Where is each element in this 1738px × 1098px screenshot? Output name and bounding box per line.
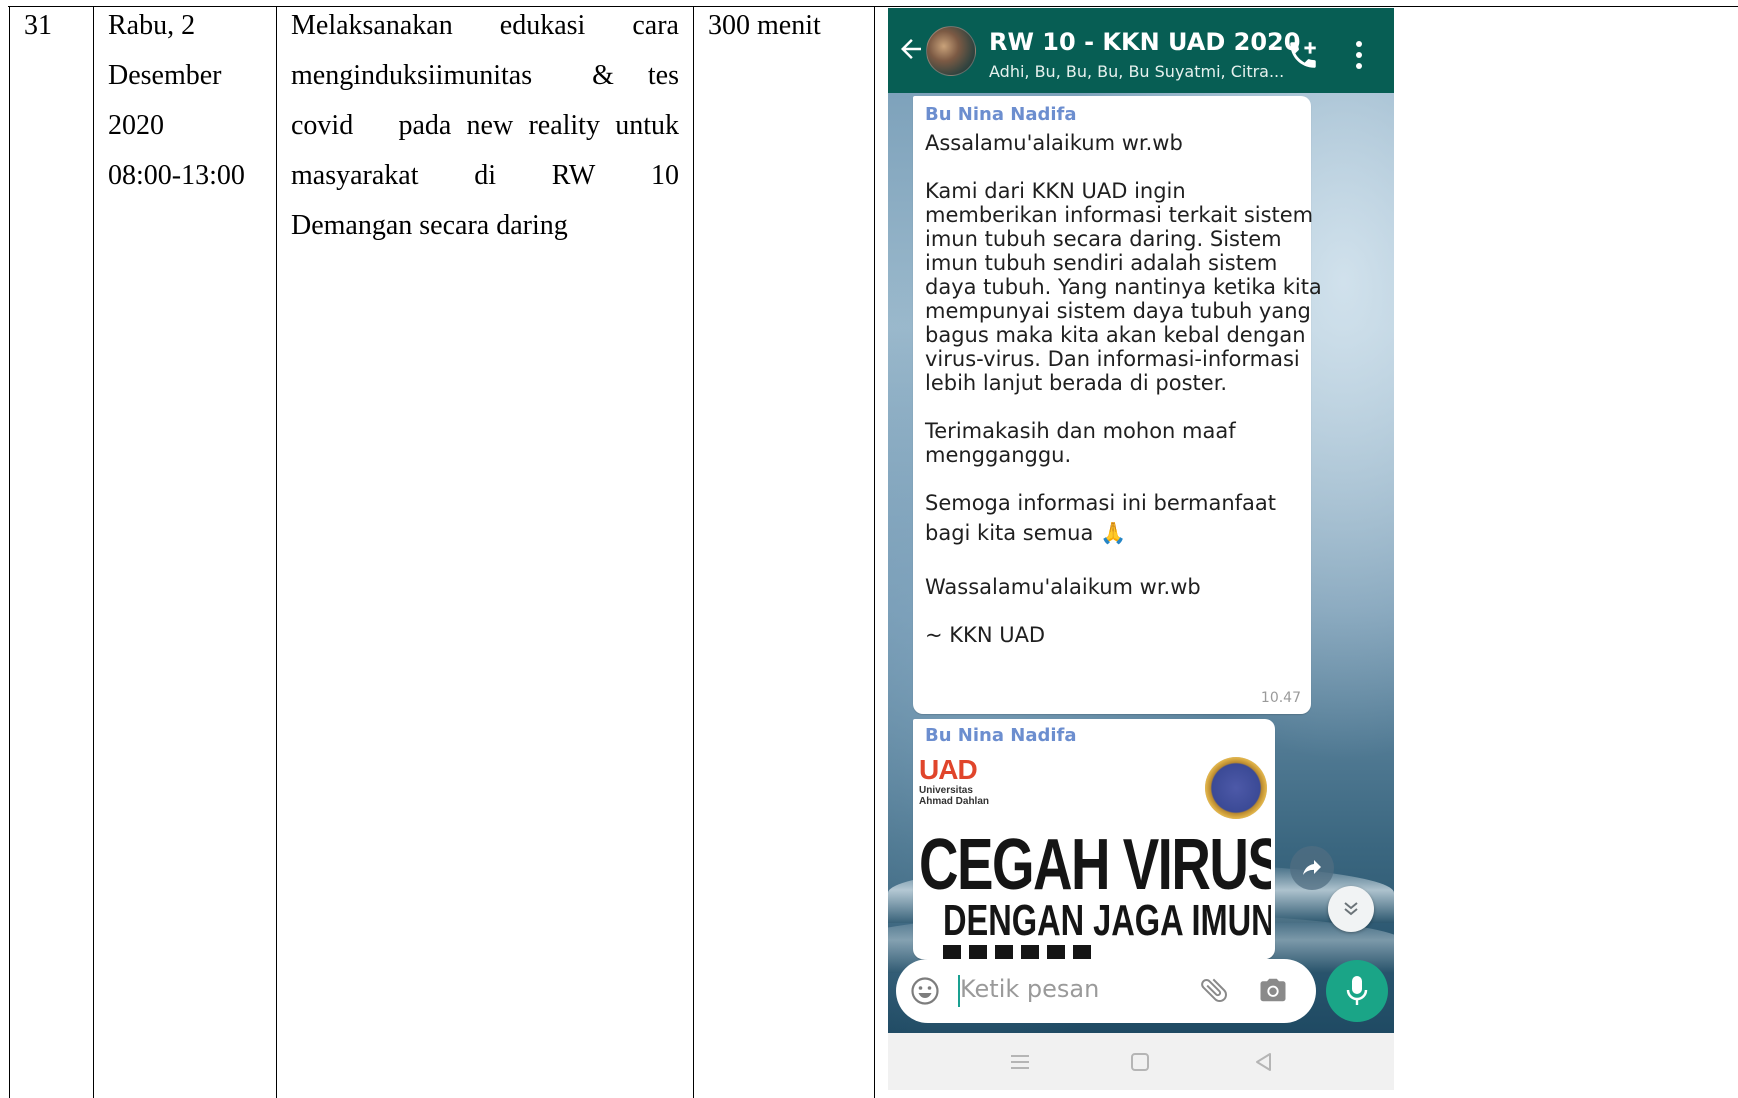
uad-logo-sub: Ahmad Dahlan — [919, 796, 990, 807]
mic-button[interactable] — [1326, 960, 1388, 1022]
more-vert-icon[interactable] — [1354, 40, 1364, 70]
table-col-line-2 — [93, 6, 94, 1098]
message-line: mempunyai sistem daya tubuh yang — [925, 299, 1311, 323]
camera-icon[interactable] — [1258, 976, 1288, 1004]
message-line: daya tubuh. Yang nantinya ketika kita — [925, 275, 1322, 299]
activity-word: pada — [398, 110, 452, 141]
message-line: lebih lanjut berada di poster. — [925, 371, 1228, 395]
message-line: Wassalamu'alaikum wr.wb — [925, 575, 1201, 599]
arrow-left-icon[interactable] — [896, 34, 926, 64]
activity-word: untuk — [615, 110, 679, 141]
share-icon — [1303, 860, 1321, 875]
table-col-line-4 — [693, 6, 694, 1098]
activity-word: imunitas — [435, 60, 533, 91]
nav-menu-icon[interactable] — [1008, 1051, 1032, 1073]
time-range: 08:00-13:00 — [108, 160, 245, 191]
paperclip-icon[interactable] — [1198, 974, 1230, 1006]
date-line: 2020 — [108, 110, 164, 141]
group-avatar[interactable] — [926, 26, 976, 76]
uad-logo: UAD Universitas Ahmad Dahlan — [919, 755, 989, 807]
uad-logo-sub: Universitas — [919, 785, 973, 796]
activity-word: cara — [632, 10, 679, 41]
microphone-icon — [1346, 976, 1368, 1005]
poster-title: CEGAH VIRUS — [919, 825, 1271, 905]
activity-word: tes — [647, 60, 679, 91]
chat-header: RW 10 - KKN UAD 2020 Adhi, Bu, Bu, Bu, B… — [888, 8, 1394, 93]
group-title[interactable]: RW 10 - KKN UAD 2020 — [989, 28, 1300, 56]
message-line: ~ KKN UAD — [925, 623, 1046, 647]
activity-word: menginduksi — [291, 60, 436, 91]
message-line: imun tubuh secara daring. Sistem — [925, 227, 1282, 251]
add-call-icon[interactable] — [1286, 38, 1320, 72]
table-col-line-3 — [276, 6, 277, 1098]
date-line: Rabu, 2 — [108, 10, 196, 41]
nav-back-icon[interactable] — [1252, 1051, 1276, 1073]
message-line: Assalamu'alaikum wr.wb — [925, 131, 1183, 155]
message-line: memberikan informasi terkait sistem — [925, 203, 1314, 227]
emoji-icon[interactable] — [910, 976, 940, 1006]
message-line: Semoga informasi ini bermanfaat — [925, 491, 1277, 515]
poster-cut-text — [943, 945, 1093, 959]
activity-line: Melaksanakan edukasi cara — [291, 1, 679, 51]
activity-word: masyarakat — [291, 160, 419, 191]
scroll-down-button[interactable] — [1328, 886, 1374, 932]
whatsapp-screenshot: RW 10 - KKN UAD 2020 Adhi, Bu, Bu, Bu, B… — [888, 8, 1394, 1090]
message-line: imun tubuh sendiri adalah sistem — [925, 251, 1278, 275]
activity-word: 10 — [651, 160, 679, 191]
message-bubble[interactable]: Bu Nina Nadifa Assalamu'alaikum wr.wb Kam… — [913, 96, 1322, 714]
row-number: 31 — [24, 10, 52, 41]
sender-name: Bu Nina Nadifa — [925, 725, 1077, 746]
activity-line: Demangan secara daring — [291, 210, 568, 241]
image-message-bubble[interactable]: Bu Nina Nadifa UAD Universitas Ahmad Dah… — [913, 719, 1275, 959]
nav-home-icon[interactable] — [1128, 1051, 1152, 1073]
activity-word: covid — [291, 110, 354, 141]
activity-word: di — [474, 160, 496, 191]
android-nav-bar — [888, 1033, 1394, 1090]
message-line: virus-virus. Dan informasi-informasi — [925, 347, 1300, 371]
activity-word: edukasi — [499, 10, 586, 41]
activity-line: masyarakat di RW 10 — [291, 151, 679, 201]
message-line: Kami dari KKN UAD ingin — [925, 179, 1186, 203]
message-input[interactable]: Ketik pesan — [960, 975, 1099, 1003]
uad-logo-text: UAD — [919, 755, 978, 785]
activity-word: reality — [528, 110, 600, 141]
date-line: Desember — [108, 60, 222, 91]
poster-image[interactable]: UAD Universitas Ahmad Dahlan CEGAH VIRUS… — [917, 755, 1271, 959]
message-line: bagi kita semua 🙏 — [925, 521, 1127, 545]
double-chevron-down-icon — [1344, 902, 1358, 916]
activity-cell: Melaksanakan edukasi cara menginduksi im… — [291, 1, 679, 251]
table-col-line-5 — [874, 6, 875, 1098]
activity-word: & — [592, 60, 614, 91]
message-line: Terimakasih dan mohon maaf — [925, 419, 1236, 443]
message-time: 10.47 — [1260, 690, 1301, 706]
sender-name: Bu Nina Nadifa — [925, 104, 1077, 125]
table-col-line-1 — [9, 6, 10, 1098]
activity-line: menginduksi imunitas & tes — [291, 51, 679, 101]
duration: 300 menit — [708, 10, 821, 41]
group-members[interactable]: Adhi, Bu, Bu, Bu, Bu Suyatmi, Citra... — [989, 62, 1284, 81]
poster-subtitle: DENGAN JAGA IMUN — [943, 896, 1271, 945]
message-line: mengganggu. — [925, 443, 1072, 467]
message-line: bagus maka kita akan kebal dengan — [925, 323, 1306, 347]
activity-word: Melaksanakan — [291, 10, 453, 41]
message-input-bar[interactable]: Ketik pesan — [896, 959, 1316, 1023]
activity-line: covid pada new reality untuk — [291, 101, 679, 151]
activity-word: new — [466, 110, 514, 141]
table-top-border — [8, 6, 1738, 7]
activity-word: RW — [551, 160, 596, 191]
anniversary-seal-icon — [1205, 757, 1267, 819]
share-button[interactable] — [1290, 846, 1334, 890]
